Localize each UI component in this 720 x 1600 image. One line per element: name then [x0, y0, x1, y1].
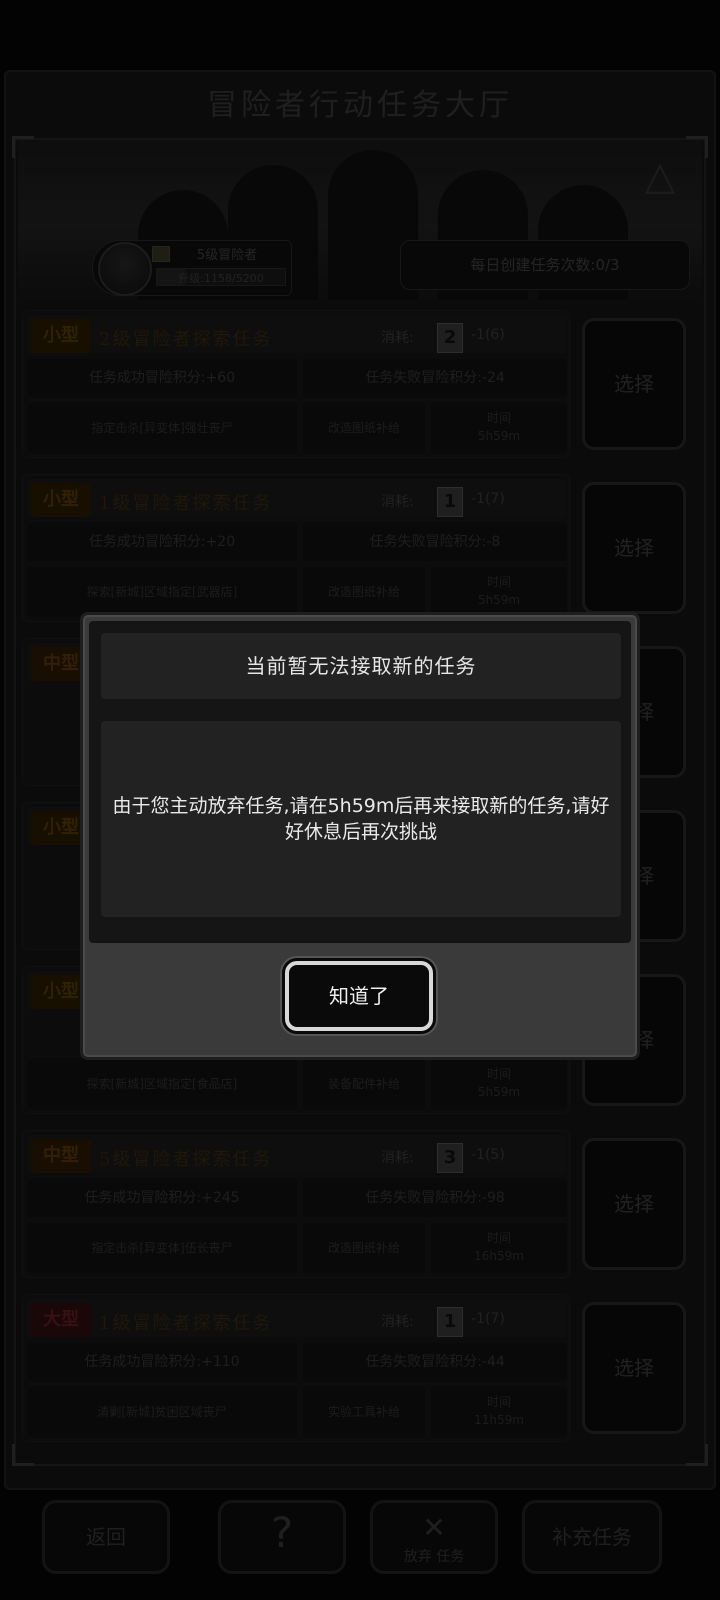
dialog-title: 当前暂无法接取新的任务 — [101, 633, 621, 699]
ok-button[interactable]: 知道了 — [285, 961, 433, 1031]
notice-dialog: 当前暂无法接取新的任务 由于您主动放弃任务,请在5h59m后再来接取新的任务,请… — [80, 612, 640, 1060]
app-root: 冒险者行动任务大厅 △ 5级冒险者 升级:1158/5200 每日创建任务次数:… — [0, 0, 720, 1600]
dialog-message-text: 由于您主动放弃任务,请在5h59m后再来接取新的任务,请好好休息后再次挑战 — [112, 795, 610, 843]
dialog-message: 由于您主动放弃任务,请在5h59m后再来接取新的任务,请好好休息后再次挑战 — [101, 721, 621, 917]
